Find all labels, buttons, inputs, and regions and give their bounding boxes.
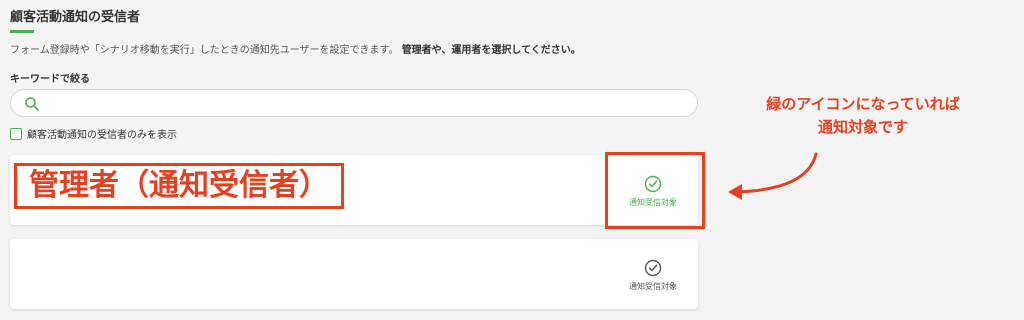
annotation-arrow-icon bbox=[728, 152, 818, 200]
search-input[interactable] bbox=[45, 93, 685, 113]
keyword-filter-label: キーワードで絞る bbox=[10, 74, 90, 85]
recipients-only-filter[interactable]: 顧客活動通知の受信者のみを表示 bbox=[10, 126, 177, 141]
recipients-only-checkbox[interactable] bbox=[10, 127, 22, 140]
annotation-line-1: 緑のアイコンになっていれば bbox=[766, 95, 960, 113]
user-name: 管理者（通知受信者） bbox=[14, 163, 344, 209]
user-card: 管理者（通知受信者） 通知受信対象 bbox=[10, 155, 698, 225]
recipients-only-label: 顧客活動通知の受信者のみを表示 bbox=[27, 130, 177, 141]
user-card: 通知受信対象 bbox=[10, 239, 698, 309]
annotation-line-2: 通知対象です bbox=[817, 117, 908, 136]
annotation-callout: 緑のアイコンになっていれば 通知対象です bbox=[720, 93, 1006, 138]
recipient-toggle-label: 通知受信対象 bbox=[629, 281, 677, 291]
search-box[interactable] bbox=[10, 89, 698, 117]
search-icon bbox=[25, 97, 39, 111]
description-emphasis: 管理者や、運用者を選択してください。 bbox=[401, 45, 581, 56]
section-description: フォーム登録時や「シナリオ移動を実行」したときの通知先ユーザーを設定できます。 … bbox=[10, 41, 581, 56]
recipient-toggle-button[interactable]: 通知受信対象 bbox=[616, 251, 690, 299]
description-text: フォーム登録時や「シナリオ移動を実行」したときの通知先ユーザーを設定できます。 bbox=[10, 45, 399, 56]
check-circle-icon bbox=[644, 259, 662, 276]
section-title: 顧客活動通知の受信者 bbox=[10, 10, 141, 25]
title-underline bbox=[10, 30, 34, 33]
recipient-highlight-box bbox=[605, 152, 705, 229]
